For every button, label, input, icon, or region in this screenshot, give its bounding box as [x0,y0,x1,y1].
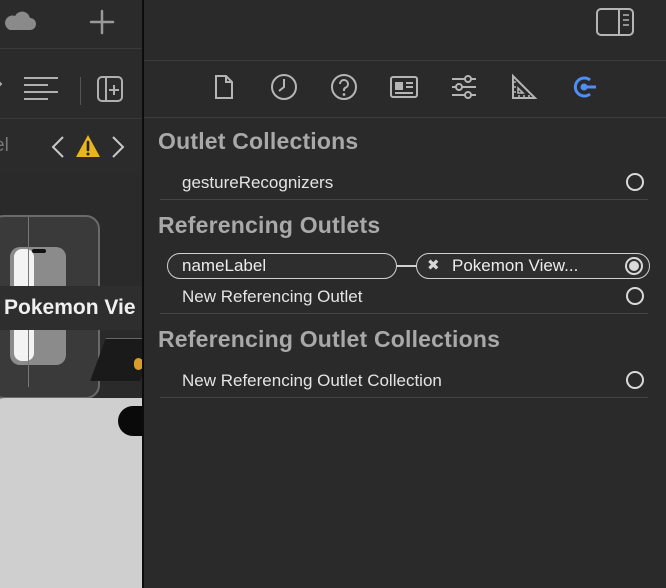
outlet-name-pill[interactable]: nameLabel [167,253,397,279]
tab-file[interactable] [204,72,244,106]
inspector-header [144,0,666,61]
remove-connection-icon[interactable]: ✖ [427,254,440,277]
jump-bar: el [0,118,143,174]
connections-icon [570,73,598,106]
help-icon [330,73,358,106]
new-referencing-outlet-label: New Referencing Outlet [182,287,363,306]
storyboard-canvas[interactable]: Pokemon Vie [0,174,143,588]
chevron-right-icon[interactable] [110,134,126,160]
chevron-fragment-icon [0,77,3,91]
file-icon [213,74,235,105]
toggle-inspector-icon[interactable] [596,8,634,36]
connection-line [397,265,417,267]
warning-icon[interactable] [75,134,101,158]
inspector-panel: Outlet Collections gestureRecognizers Re… [144,0,666,588]
referencing-outlets-title: Referencing Outlets [158,212,381,238]
add-icon[interactable] [88,8,116,36]
new-referencing-outlet-collection-label: New Referencing Outlet Collection [182,371,442,390]
chevron-left-icon[interactable] [50,134,66,160]
connection-target-pill[interactable]: ✖ Pokemon View... [416,253,650,279]
attributes-icon [450,74,478,105]
tab-help[interactable] [324,72,364,106]
outlet-row-gesture-recognizers[interactable]: gestureRecognizers [144,166,666,198]
identity-icon [390,75,418,104]
editor-area: el Pokemon Vie [0,0,143,588]
cloud-icon[interactable] [2,10,40,34]
connection-target: Pokemon View... [452,256,579,275]
inspector-tabs [144,61,666,118]
jump-bar-text[interactable]: el [0,135,9,157]
size-icon [510,73,538,106]
row-separator [160,313,648,314]
outlet-collections-title: Outlet Collections [158,128,359,154]
scene-black-shape [118,406,143,436]
tab-attributes[interactable] [444,72,484,106]
row-separator [160,397,648,398]
scene-title: Pokemon Vie [4,296,136,319]
outlet-label: gestureRecognizers [182,173,334,192]
connection-circle[interactable] [626,287,644,305]
scene-title-box[interactable]: Pokemon Vie [0,286,143,330]
tab-identity[interactable] [384,72,424,106]
align-left-icon[interactable] [22,75,62,103]
referencing-outlet-connection[interactable]: nameLabel ✖ Pokemon View... [144,252,666,280]
editor-toolbar [0,48,143,119]
tab-history[interactable] [264,72,304,106]
window-toolbar [0,0,143,48]
tab-size[interactable] [504,72,544,106]
filled-connection-circle[interactable] [625,257,643,275]
history-icon [270,73,298,106]
add-editor-icon[interactable] [96,75,124,103]
new-referencing-outlet-row[interactable]: New Referencing Outlet [144,282,666,312]
new-referencing-outlet-collection-row[interactable]: New Referencing Outlet Collection [144,364,666,396]
row-separator [160,199,648,200]
dynamic-island [32,249,46,253]
connection-circle[interactable] [626,371,644,389]
outlet-name: nameLabel [182,256,267,275]
referencing-outlet-collections-title: Referencing Outlet Collections [158,326,501,352]
tab-connections[interactable] [564,72,604,106]
toolbar-divider [80,77,81,105]
connection-circle[interactable] [626,173,644,191]
